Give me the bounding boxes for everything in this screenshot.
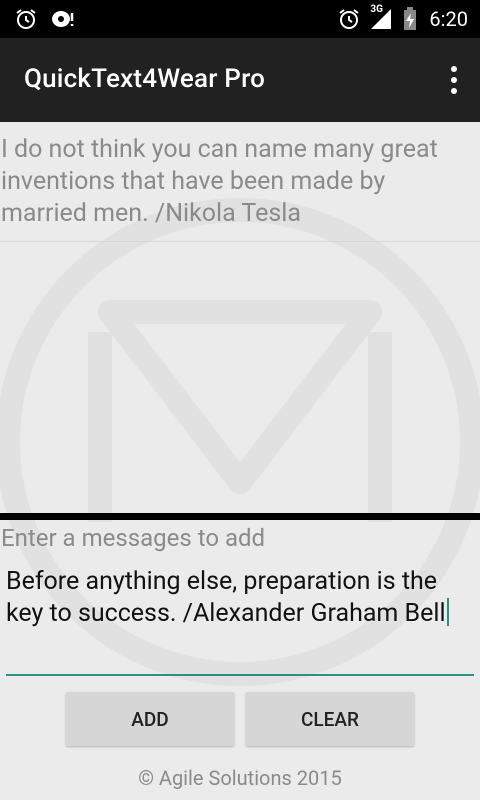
section-divider [0,513,480,520]
battery-charging-icon [403,7,417,31]
clock: 6:20 [429,7,468,31]
alarm-icon [14,7,38,31]
app-title: QuickText4Wear Pro [24,64,266,94]
list-item[interactable]: I do not think you can name many great i… [0,122,480,242]
footer-copyright: © Agile Solutions 2015 [138,766,342,790]
debug-notification-icon [50,7,76,31]
notification-icons [14,7,76,31]
message-input-value: Before anything else, preparation is the… [6,567,446,628]
message-list: I do not think you can name many great i… [0,122,480,242]
signal-icon: 3G [369,4,395,31]
text-cursor [446,598,449,626]
clear-button[interactable]: CLEAR [246,692,414,746]
add-button[interactable]: ADD [66,692,234,746]
status-bar: 3G 6:20 [0,0,480,38]
system-icons: 3G 6:20 [337,4,468,31]
message-input[interactable]: Before anything else, preparation is the… [6,566,474,676]
network-type-label: 3G [370,4,383,15]
app-bar: QuickText4Wear Pro [0,38,480,122]
more-vert-icon[interactable] [450,66,458,94]
alarm-icon [337,7,361,31]
composer-prompt: Enter a messages to add [1,524,266,552]
